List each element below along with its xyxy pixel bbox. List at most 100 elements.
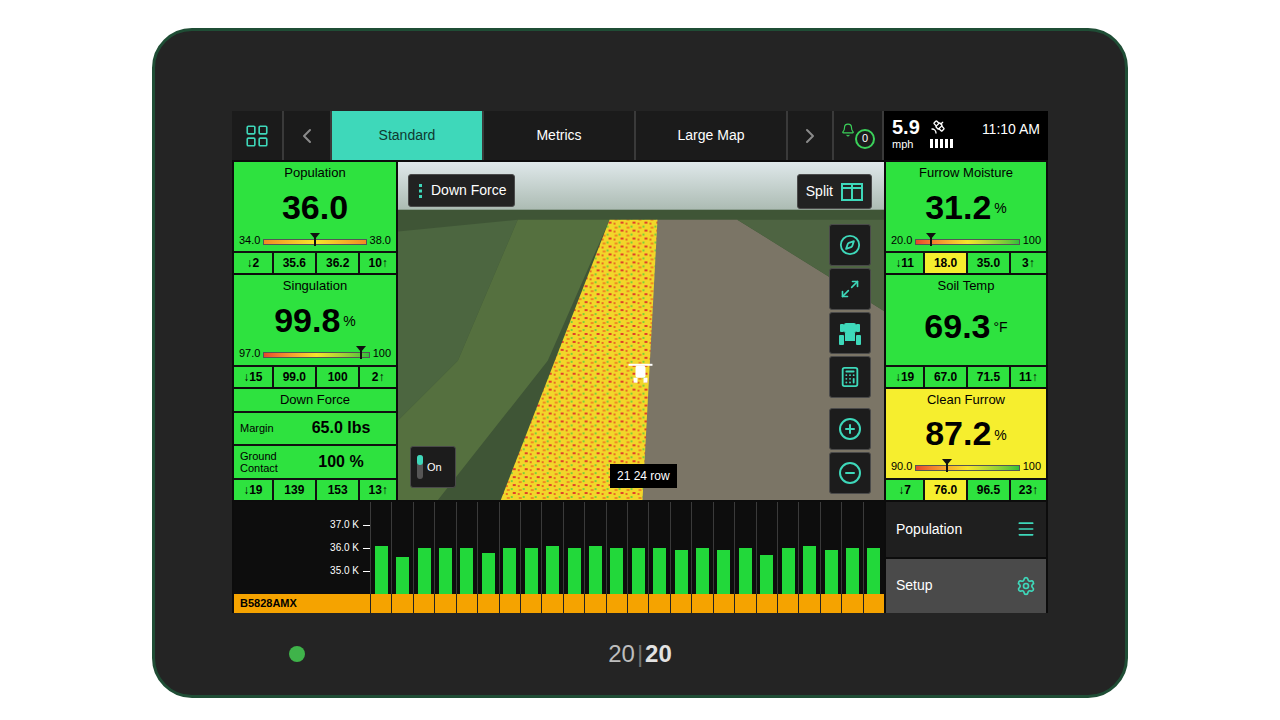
- row-cell[interactable]: [499, 594, 520, 613]
- row-column: [456, 502, 477, 594]
- population-bar: [589, 546, 602, 594]
- row-cell[interactable]: [648, 594, 669, 613]
- setup-button[interactable]: Setup: [886, 559, 1046, 614]
- stats-row: ↓1967.071.511↑: [886, 365, 1046, 387]
- population-bar: [867, 548, 880, 594]
- row-cell[interactable]: [606, 594, 627, 613]
- gauge-min: 97.0: [239, 348, 260, 359]
- tractor-button[interactable]: [829, 312, 871, 354]
- stat-cell: ↓19: [886, 367, 923, 387]
- axis-tick: 37.0 K: [234, 519, 370, 531]
- row-cell[interactable]: [670, 594, 691, 613]
- stats-row: ↓1118.035.03↑: [886, 251, 1046, 273]
- metric-card[interactable]: Furrow Moisture31.2%20.0100↓1118.035.03↑: [886, 162, 1046, 273]
- row-cell[interactable]: [541, 594, 562, 613]
- row-cell[interactable]: [434, 594, 455, 613]
- card-title: Clean Furrow: [886, 389, 1046, 408]
- gauge-marker-icon: [310, 233, 320, 246]
- notifications-button[interactable]: 0: [834, 111, 882, 160]
- row-cell[interactable]: [713, 594, 734, 613]
- extent-button[interactable]: [829, 268, 871, 310]
- map-view[interactable]: Down Force Split On 21 24 row: [398, 162, 884, 500]
- tab[interactable]: Large Map: [636, 111, 786, 160]
- row-cell[interactable]: [627, 594, 648, 613]
- gauge: 34.038.0: [234, 232, 396, 248]
- row-column: [477, 502, 498, 594]
- stat-cell: 36.2: [315, 253, 358, 273]
- previous-button[interactable]: [284, 111, 330, 160]
- chart-bars: [370, 502, 884, 594]
- split-button[interactable]: Split: [797, 174, 872, 209]
- gauge-max: 100: [373, 348, 391, 359]
- screen: StandardMetricsLarge Map05.9mph11:10 AMP…: [232, 111, 1048, 613]
- row-cell[interactable]: [391, 594, 412, 613]
- layer-button[interactable]: Down Force: [408, 174, 515, 207]
- tractor-icon: [838, 320, 862, 346]
- row-column: [670, 502, 691, 594]
- zoom-in-icon: [838, 417, 862, 441]
- population-chart: 37.0 K36.0 K35.0 KB5828AMX: [234, 502, 884, 613]
- row-cell[interactable]: [756, 594, 777, 613]
- card-value: 99.8%: [234, 294, 396, 345]
- stat-cell: ↓11: [886, 253, 923, 273]
- tab[interactable]: Standard: [332, 111, 482, 160]
- population-bar: [568, 548, 581, 594]
- gauge-track: [915, 239, 1019, 245]
- gps-icon: [930, 119, 946, 135]
- row-cell[interactable]: [841, 594, 862, 613]
- population-bar: [439, 548, 452, 594]
- gauge-track: [263, 239, 366, 245]
- metric-card[interactable]: Clean Furrow87.2%90.0100↓776.096.523↑: [886, 389, 1046, 500]
- row-cell[interactable]: [863, 594, 884, 613]
- metric-card[interactable]: Singulation99.8%97.0100↓1599.01002↑: [234, 275, 396, 386]
- row-cell[interactable]: [734, 594, 755, 613]
- apps-button[interactable]: [232, 111, 282, 160]
- gauge-marker-icon: [926, 233, 936, 246]
- card-value: 87.2%: [886, 408, 1046, 459]
- field-map: [398, 162, 884, 500]
- metric-card[interactable]: Population36.034.038.0↓235.636.210↑: [234, 162, 396, 273]
- row-column: [863, 502, 884, 594]
- row-cell[interactable]: [777, 594, 798, 613]
- row-cell[interactable]: [584, 594, 605, 613]
- population-button[interactable]: Population: [886, 502, 1046, 557]
- calculator-icon: [839, 366, 861, 388]
- population-bar: [760, 555, 773, 594]
- metric-card[interactable]: Down ForceMargin65.0 lbsGround Contact10…: [234, 389, 396, 500]
- row-cell[interactable]: [820, 594, 841, 613]
- card-value: 69.3°F: [886, 294, 1046, 357]
- row-label: 21 24 row: [610, 464, 677, 488]
- row-column: [648, 502, 669, 594]
- row-cell[interactable]: [520, 594, 541, 613]
- zoom-out-button[interactable]: [829, 452, 871, 494]
- row-cell[interactable]: [798, 594, 819, 613]
- bell-icon: [841, 123, 855, 137]
- tab[interactable]: Metrics: [484, 111, 634, 160]
- population-bar: [396, 557, 409, 594]
- card-title: Population: [234, 162, 396, 181]
- stat-cell: 96.5: [966, 480, 1009, 500]
- stat-cell: 13↑: [358, 480, 396, 500]
- row-cell[interactable]: [413, 594, 434, 613]
- page: StandardMetricsLarge Map05.9mph11:10 AMP…: [0, 0, 1280, 720]
- card-unit: %: [994, 194, 1006, 219]
- row-column: [370, 502, 391, 594]
- calculator-button[interactable]: [829, 356, 871, 398]
- stat-cell: 76.0: [923, 480, 966, 500]
- next-button[interactable]: [788, 111, 832, 160]
- toggle-switch: [417, 455, 423, 479]
- row-cell[interactable]: [456, 594, 477, 613]
- coverage-toggle[interactable]: On: [410, 446, 456, 488]
- zoom-in-button[interactable]: [829, 408, 871, 450]
- row-cell[interactable]: [477, 594, 498, 613]
- row-cell[interactable]: [563, 594, 584, 613]
- row-column: [434, 502, 455, 594]
- row-cell[interactable]: [370, 594, 391, 613]
- left-cards: Population36.034.038.0↓235.636.210↑Singu…: [234, 162, 396, 500]
- stat-cell: 23↑: [1009, 480, 1046, 500]
- signal-bars: [930, 139, 953, 148]
- metric-card[interactable]: Soil Temp69.3°F↓1967.071.511↑: [886, 275, 1046, 386]
- row-cell[interactable]: [691, 594, 712, 613]
- compass-icon: [839, 234, 861, 256]
- compass-button[interactable]: [829, 224, 871, 266]
